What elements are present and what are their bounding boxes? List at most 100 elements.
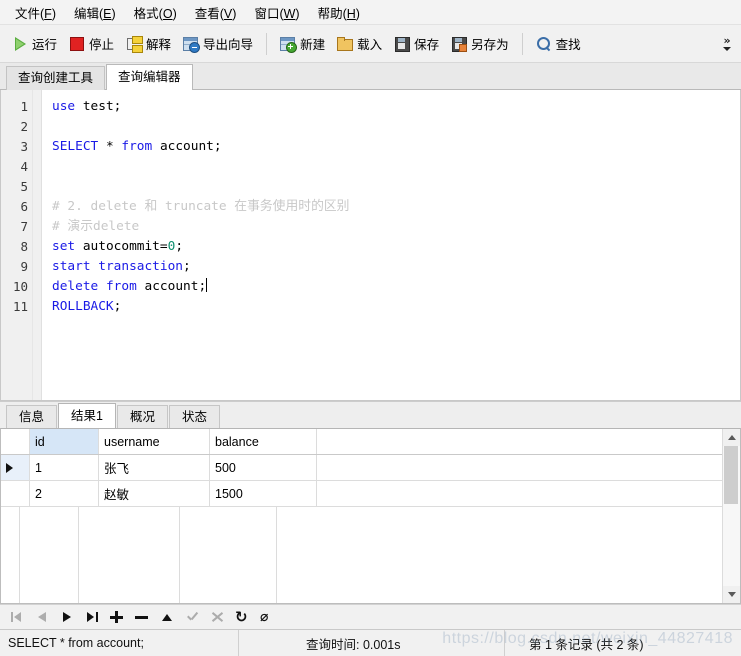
tab-query-editor[interactable]: 查询编辑器 [106,64,193,90]
export-wizard-button[interactable]: 导出向导 [177,30,259,57]
toolbar-separator-2 [521,32,523,55]
stop-button[interactable]: 停止 [63,30,120,57]
menu-item-view[interactable]: 查看(V) [186,0,246,25]
code-token: account [144,279,199,294]
save-as-label: 另存为 [471,38,509,52]
code-token: * [105,139,114,154]
scroll-track[interactable] [723,446,740,586]
code-token: use [52,99,76,114]
scroll-thumb[interactable] [724,446,738,504]
save-as-icon [451,36,468,52]
code-token: set [52,239,76,254]
menu-item-label: 窗口( [254,6,284,21]
load-button[interactable]: 载入 [331,30,388,57]
scroll-up-button[interactable] [723,429,740,446]
line-number: 2 [20,119,28,134]
result-grid[interactable]: id username balance 1 张飞 500 2 赵敏 1500 [1,429,722,603]
menu-item-label: 查看( [194,6,224,21]
cell-username[interactable]: 张飞 [98,454,210,481]
code-line[interactable]: use test; [52,97,740,117]
cell-balance[interactable]: 500 [209,454,317,481]
menu-accelerator: H [346,6,356,21]
cell-id[interactable]: 2 [29,480,99,507]
menu-item-edit[interactable]: 编辑(E) [65,0,125,25]
run-button[interactable]: 运行 [6,30,63,57]
export-wizard-label: 导出向导 [203,38,254,52]
last-record-icon[interactable] [85,610,99,624]
column-header-username[interactable]: username [98,429,210,455]
cell-id[interactable]: 1 [29,454,99,481]
code-token: from [105,279,137,294]
code-line[interactable]: set autocommit=0; [52,237,740,257]
new-button[interactable]: 新建 [274,30,331,57]
code-line[interactable] [52,177,740,197]
result-tab-result1[interactable]: 结果1 [58,403,116,428]
scroll-down-button[interactable] [723,586,740,603]
code-line[interactable]: ROLLBACK; [52,297,740,317]
menu-paren: ) [111,6,116,21]
save-button[interactable]: 保存 [388,30,445,57]
result-tab-status[interactable]: 状态 [168,405,220,428]
result-tab-info[interactable]: 信息 [6,405,58,428]
code-token: account [159,139,214,154]
grid-vertical-scrollbar[interactable] [722,429,740,603]
code-token: ; [198,279,207,294]
record-navigator: ↻ ⌀ [0,604,741,629]
code-line[interactable]: # 演示delete [52,217,740,237]
code-line[interactable]: start transaction; [52,257,740,277]
result-tab-profile[interactable]: 概况 [116,405,168,428]
menu-item-format[interactable]: 格式(O) [125,0,186,25]
menu-item-file[interactable]: 文件(F) [6,0,65,25]
menu-item-window[interactable]: 窗口(W) [245,0,308,25]
code-token: delete [52,279,99,294]
table-row[interactable]: 1 张飞 500 [1,454,722,481]
column-header-id[interactable]: id [29,429,99,455]
current-row-indicator[interactable] [1,454,30,481]
explain-button[interactable]: 解释 [120,30,177,57]
find-button[interactable]: 查找 [530,30,587,57]
status-bar: SELECT * from account; 查询时间: 0.001s 第 1 … [0,629,741,656]
line-number: 7 [20,219,28,234]
status-record-info: 第 1 条记录 (共 2 条) [529,637,644,652]
code-line[interactable]: # 2. delete 和 truncate 在事务使用时的区别 [52,197,740,217]
code-line[interactable] [52,117,740,137]
menu-paren: ) [295,6,300,21]
line-number: 4 [20,159,28,174]
refresh-icon[interactable]: ↻ [235,610,249,625]
delete-record-icon[interactable] [135,610,149,624]
cell-balance[interactable]: 1500 [209,480,317,507]
code-line[interactable]: SELECT * from account; [52,137,740,157]
edit-record-icon[interactable] [160,610,174,624]
code-token: # 2. delete 和 truncate 在事务使用时的区别 [52,199,350,214]
code-area[interactable]: use test; SELECT * from account; # 2. de… [42,90,740,400]
menu-item-help[interactable]: 帮助(H) [309,0,369,25]
first-record-icon [10,610,24,624]
row-marker[interactable] [1,480,30,507]
menu-accelerator: O [162,6,173,21]
next-record-icon[interactable] [60,610,74,624]
column-header-balance[interactable]: balance [209,429,317,455]
code-token: ; [175,239,184,254]
table-row[interactable]: 2 赵敏 1500 [1,480,722,507]
row-marker-header [1,429,30,455]
search-icon [536,36,552,52]
code-line[interactable]: delete from account; [52,277,740,297]
code-token: = [159,239,168,254]
cell-username[interactable]: 赵敏 [98,480,210,507]
result-tab-label: 概况 [129,410,155,424]
save-as-button[interactable]: 另存为 [445,30,515,57]
chevron-down-icon [723,47,731,51]
explain-tree-icon [126,35,144,53]
code-token: ; [113,99,122,114]
add-record-icon[interactable] [110,610,124,624]
sql-editor[interactable]: 1 2 3 4 5 6 7 8 9 10 11 use test; SELECT * from ac… [0,90,741,401]
toolbar-overflow-button[interactable]: » [717,25,737,62]
code-line[interactable] [52,157,740,177]
stop-loading-icon[interactable]: ⌀ [260,610,274,624]
editor-tab-strip: 查询创建工具 查询编辑器 [0,63,741,90]
export-wizard-icon [183,36,201,53]
line-number: 6 [20,199,28,214]
tab-query-builder[interactable]: 查询创建工具 [6,66,106,90]
